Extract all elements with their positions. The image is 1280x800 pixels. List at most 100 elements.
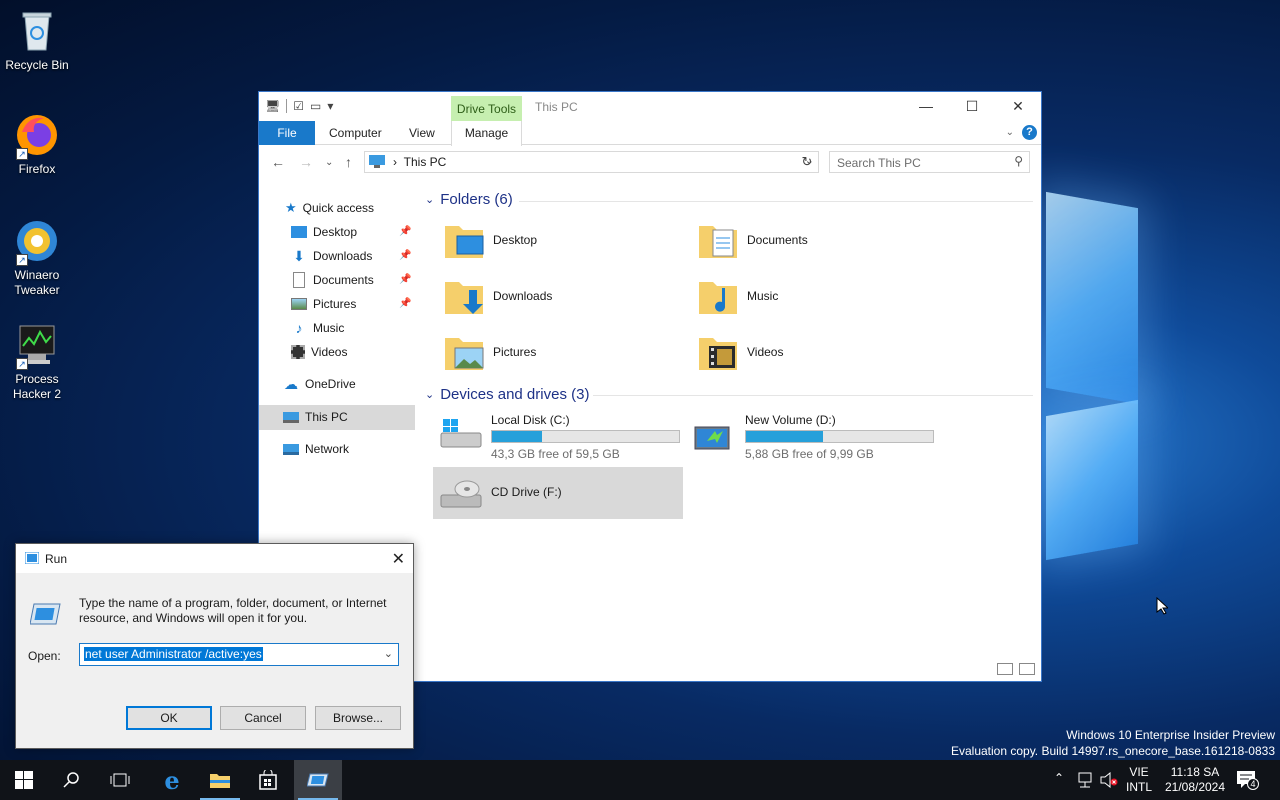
watermark-line-2: Evaluation copy. Build 14997.rs_onecore_… bbox=[950, 744, 1275, 758]
large-icons-view-icon[interactable] bbox=[1019, 663, 1035, 675]
qat-dropdown-icon[interactable]: ▾ bbox=[327, 99, 333, 113]
refresh-icon[interactable]: ↻ bbox=[797, 152, 817, 172]
network-icon[interactable] bbox=[1076, 772, 1094, 788]
drive-free-space: 5,88 GB free of 9,99 GB bbox=[745, 447, 874, 461]
cloud-icon: ☁ bbox=[284, 376, 298, 392]
folder-tile-videos[interactable]: Videos bbox=[697, 327, 947, 377]
forward-arrow-icon[interactable]: → bbox=[299, 154, 313, 170]
clock[interactable]: 11:18 SA 21/08/2024 bbox=[1160, 765, 1230, 795]
folder-tile-pictures[interactable]: Pictures bbox=[443, 327, 693, 377]
maximize-button[interactable]: ☐ bbox=[949, 92, 995, 121]
drive-tile-c[interactable]: Local Disk (C:) 43,3 GB free of 59,5 GB bbox=[433, 409, 683, 461]
computer-icon[interactable]: 🖥 bbox=[265, 99, 280, 113]
up-arrow-icon[interactable]: ↑ bbox=[345, 154, 352, 170]
shortcut-arrow-icon: ↗ bbox=[16, 358, 28, 370]
address-box[interactable]: › This PC ⌄ bbox=[364, 151, 819, 173]
details-view-icon[interactable] bbox=[997, 663, 1013, 675]
nav-this-pc[interactable]: This PC bbox=[283, 406, 348, 428]
drive-tile-d[interactable]: New Volume (D:) 5,88 GB free of 9,99 GB bbox=[687, 409, 937, 461]
help-icon[interactable]: ? bbox=[1022, 125, 1037, 140]
nav-network[interactable]: Network bbox=[283, 438, 349, 460]
browse-button[interactable]: Browse... bbox=[315, 706, 401, 730]
folder-tile-downloads[interactable]: Downloads bbox=[443, 271, 693, 321]
drive-tile-f[interactable]: CD Drive (F:) bbox=[433, 467, 683, 519]
open-input[interactable]: net user Administrator /active:yes ⌄ bbox=[79, 643, 399, 666]
window-controls: — ☐ ✕ bbox=[903, 92, 1041, 121]
properties-icon[interactable]: ☑ bbox=[293, 99, 304, 113]
group-divider bbox=[519, 201, 1033, 202]
breadcrumb[interactable]: › This PC bbox=[393, 155, 446, 169]
notification-count-badge: 4 bbox=[1247, 778, 1259, 790]
run-close-button[interactable]: ✕ bbox=[392, 549, 405, 569]
collapse-chevron-icon[interactable]: ⌄ bbox=[425, 193, 434, 206]
watermark-line-1: Windows 10 Enterprise Insider Preview bbox=[1066, 728, 1275, 742]
nav-documents[interactable]: Documents bbox=[291, 269, 374, 291]
minimize-button[interactable]: — bbox=[903, 92, 949, 121]
search-input[interactable]: Search This PC ⚲ bbox=[829, 151, 1030, 173]
ok-button[interactable]: OK bbox=[126, 706, 212, 730]
new-folder-icon[interactable]: ▭ bbox=[310, 99, 321, 113]
store-taskbar-button[interactable] bbox=[244, 760, 292, 800]
input-language-indicator[interactable]: VIE INTL bbox=[1126, 765, 1152, 795]
desktop-icon-label: Process Hacker 2 bbox=[12, 372, 62, 401]
cancel-button[interactable]: Cancel bbox=[220, 706, 306, 730]
music-folder-icon bbox=[697, 274, 741, 318]
folder-label: Pictures bbox=[493, 345, 537, 359]
desktop-icon bbox=[291, 226, 307, 238]
pin-icon: 📌 bbox=[399, 250, 412, 261]
desktop-icon-recycle-bin[interactable]: Recycle Bin bbox=[0, 8, 74, 73]
group-divider bbox=[593, 395, 1033, 396]
close-button[interactable]: ✕ bbox=[995, 92, 1041, 121]
nav-quick-access[interactable]: ★ Quick access bbox=[285, 197, 374, 219]
search-icon bbox=[63, 772, 79, 788]
edge-taskbar-button[interactable]: e bbox=[148, 760, 196, 800]
nav-label: Videos bbox=[311, 345, 348, 359]
drives-group-header[interactable]: ⌄ Devices and drives (3) bbox=[425, 386, 589, 403]
tab-view[interactable]: View bbox=[409, 121, 435, 145]
action-center-button[interactable]: 4 bbox=[1236, 770, 1259, 790]
volume-muted-icon[interactable] bbox=[1100, 772, 1118, 788]
folder-label: Downloads bbox=[493, 289, 553, 303]
run-taskbar-button[interactable] bbox=[294, 760, 342, 800]
desktop-icon-process-hacker[interactable]: ↗ Process Hacker 2 bbox=[0, 322, 74, 402]
firefox-icon: ↗ bbox=[14, 112, 60, 160]
breadcrumb-this-pc[interactable]: This PC bbox=[404, 155, 447, 169]
nav-desktop[interactable]: Desktop bbox=[291, 221, 357, 243]
tab-file[interactable]: File bbox=[259, 121, 315, 145]
show-hidden-icons-chevron-icon[interactable]: ⌃ bbox=[1054, 771, 1064, 785]
run-dialog-title: Run bbox=[45, 552, 68, 566]
pin-icon: 📌 bbox=[399, 298, 412, 309]
file-explorer-taskbar-button[interactable] bbox=[196, 760, 244, 800]
collapse-chevron-icon[interactable]: ⌄ bbox=[425, 388, 434, 401]
open-label: Open: bbox=[28, 649, 61, 663]
folder-tile-documents[interactable]: Documents bbox=[697, 215, 947, 265]
nav-music[interactable]: ♪ Music bbox=[291, 317, 345, 339]
nav-pictures[interactable]: Pictures bbox=[291, 293, 356, 315]
folder-tile-desktop[interactable]: Desktop bbox=[443, 215, 693, 265]
desktop-icon-winaero-tweaker[interactable]: ↗ Winaero Tweaker bbox=[0, 218, 74, 298]
search-button[interactable] bbox=[48, 760, 96, 800]
desktop-icon-firefox[interactable]: ↗ Firefox bbox=[0, 112, 74, 177]
nav-videos[interactable]: Videos bbox=[291, 341, 347, 363]
tab-computer[interactable]: Computer bbox=[329, 121, 382, 145]
start-button[interactable] bbox=[0, 760, 48, 800]
drive-usage-bar bbox=[491, 430, 680, 443]
taskbar: e ⌃ VIE INTL 11:18 SA 21/08/2024 4 bbox=[0, 760, 1280, 800]
task-view-button[interactable] bbox=[96, 760, 144, 800]
folders-group-header[interactable]: ⌄ Folders (6) bbox=[425, 191, 513, 208]
nav-label: Network bbox=[305, 442, 350, 456]
computer-icon bbox=[283, 411, 299, 423]
desktop-icon-label: Recycle Bin bbox=[5, 58, 69, 72]
window-title: This PC bbox=[535, 100, 578, 114]
desktop-icon-label: Firefox bbox=[18, 162, 56, 176]
back-arrow-icon[interactable]: ← bbox=[271, 154, 285, 170]
open-dropdown-icon[interactable]: ⌄ bbox=[384, 647, 393, 660]
nav-downloads[interactable]: ⬇ Downloads bbox=[291, 245, 372, 267]
explorer-titlebar[interactable]: 🖥 ☑ ▭ ▾ Drive Tools This PC — ☐ ✕ bbox=[259, 92, 1041, 121]
run-titlebar[interactable]: Run ✕ bbox=[16, 544, 413, 573]
nav-onedrive[interactable]: ☁ OneDrive bbox=[283, 373, 356, 395]
folder-tile-music[interactable]: Music bbox=[697, 271, 947, 321]
recent-locations-chevron-icon[interactable]: ⌄ bbox=[325, 157, 333, 168]
tab-manage[interactable]: Manage bbox=[451, 121, 522, 146]
expand-ribbon-icon[interactable]: ⌄ bbox=[1006, 127, 1014, 138]
